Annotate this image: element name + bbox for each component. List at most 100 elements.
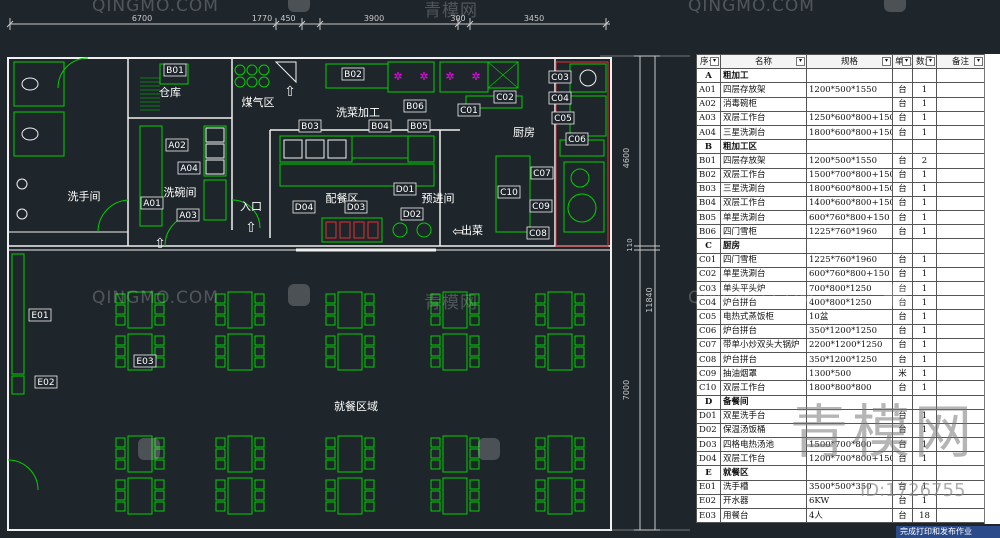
filter-dropdown-icon[interactable]: ▾ <box>796 57 805 66</box>
table-cell <box>806 238 893 254</box>
table-row: B03 三星洗涮台 1800*600*800+150 台 1 <box>696 181 985 197</box>
dimension-label: 1770 <box>252 14 272 23</box>
filter-dropdown-icon[interactable]: ▾ <box>974 57 983 66</box>
dining-chair <box>574 490 585 501</box>
dining-chair <box>115 437 126 448</box>
dining-chair <box>325 490 336 501</box>
table-cell: 1225*760*1960 <box>806 224 893 240</box>
table-cell <box>936 68 985 84</box>
dining-table <box>547 291 573 329</box>
table-cell: 1200*500*1550 <box>806 82 893 98</box>
watermark-brand: QINGMO.COM <box>92 0 219 16</box>
dining-chair <box>325 293 336 304</box>
fan-icon: ✲ <box>393 70 402 83</box>
table-header-cell[interactable]: 名称 ▾ <box>720 53 807 70</box>
dining-chair <box>254 304 265 315</box>
table-cell: 1 <box>912 224 937 240</box>
dining-chair <box>574 315 585 326</box>
table-cell: 消毒碗柜 <box>720 96 807 112</box>
table-row: A03 双层工作台 1250*600*800+150 台 1 <box>696 110 985 126</box>
dining-chair <box>364 448 375 459</box>
table-cell: 单星洗涮台 <box>720 266 807 283</box>
table-cell: B01 <box>696 153 721 169</box>
dining-chair <box>115 479 126 490</box>
table-row: B01 四层存放架 1200*500*1550 台 2 <box>696 153 985 169</box>
dining-chair <box>430 448 441 459</box>
table-cell: 350*1200*1250 <box>806 351 893 368</box>
table-cell <box>936 266 985 283</box>
filter-dropdown-icon[interactable]: ▾ <box>902 57 911 66</box>
table-cell: 台 <box>892 507 913 524</box>
table-cell: 1 <box>912 337 937 353</box>
table-cell: A02 <box>696 96 721 112</box>
table-cell <box>892 238 913 254</box>
table-cell: 洗手槽 <box>720 479 807 495</box>
dining-chair <box>469 357 480 368</box>
dining-chair <box>154 315 165 326</box>
equipment-tag: B04 <box>371 122 389 132</box>
dining-chair <box>325 335 336 346</box>
table-section-row: B 粗加工区 <box>696 139 985 155</box>
table-cell: 米 <box>892 366 913 382</box>
table-cell: C08 <box>696 351 721 368</box>
table-cell <box>936 224 985 240</box>
table-cell: 台 <box>892 351 913 368</box>
watermark-logo-icon <box>288 0 310 12</box>
dining-table <box>227 291 253 329</box>
dining-chair <box>574 346 585 357</box>
watermark-logo-icon <box>288 284 310 306</box>
table-cell: C07 <box>696 337 721 353</box>
dining-chair <box>325 501 336 512</box>
dining-chair <box>215 459 226 470</box>
filter-dropdown-icon[interactable]: ▾ <box>882 57 891 66</box>
table-header-cell[interactable]: 规格 ▾ <box>806 53 893 70</box>
dining-chair <box>325 459 336 470</box>
table-header-cell[interactable]: 备注 ▾ <box>936 53 985 70</box>
table-cell: C05 <box>696 309 721 325</box>
dining-table <box>442 477 468 515</box>
table-header-cell[interactable]: 数量 ▾ <box>912 53 937 70</box>
cad-viewport[interactable]: ✲ ✲ ✲ ✲ 6700 1770 450 3900 300 3450 4600 110 11840 7… <box>0 0 1000 538</box>
filter-dropdown-icon[interactable]: ▾ <box>710 57 719 66</box>
door-swing <box>97 199 129 233</box>
dining-chair <box>254 437 265 448</box>
table-cell: 台 <box>892 110 913 126</box>
watermark-logo-icon <box>138 438 160 460</box>
table-cell: 三星洗涮台 <box>720 181 807 197</box>
dining-chair <box>535 501 546 512</box>
table-header-cell[interactable]: 单位▾ <box>892 53 913 70</box>
sink-basin <box>283 139 303 159</box>
table-cell: 双层工作台 <box>720 167 807 183</box>
dining-chair <box>154 459 165 470</box>
table-cell: D01 <box>696 408 721 424</box>
dimension-label: 450 <box>280 14 295 23</box>
dining-chair <box>364 479 375 490</box>
equipment-tag: C03 <box>551 73 569 83</box>
sink-basin <box>205 159 225 175</box>
dining-chair <box>469 315 480 326</box>
room-label-entrance: 入口 <box>240 200 262 213</box>
dining-chair <box>535 304 546 315</box>
table-cell: 2200*1200*1250 <box>806 337 893 353</box>
table-row: B04 双层工作台 1400*600*800+150 台 1 <box>696 195 985 212</box>
table-cell: 1 <box>912 351 937 368</box>
dining-table <box>227 333 253 371</box>
dining-table <box>127 477 153 515</box>
table-cell: 台 <box>892 82 913 98</box>
table-header-label: 备注 <box>951 56 969 67</box>
gas-cylinder-icon <box>258 64 270 76</box>
arrow-up-icon: ⇧ <box>284 84 296 100</box>
table-cell: 600*760*800+150 <box>806 266 893 283</box>
filter-dropdown-icon[interactable]: ▾ <box>926 57 935 66</box>
dining-chair <box>254 293 265 304</box>
table-cell: 1 <box>912 181 937 197</box>
dining-chair <box>115 448 126 459</box>
dining-chair <box>254 315 265 326</box>
table-cell: 台 <box>892 309 913 325</box>
table-header-cell[interactable]: 序号 ▾ <box>696 53 721 70</box>
sink-basin <box>327 139 347 159</box>
table-row: A04 三星洗涮台 1800*600*800+150 台 1 <box>696 124 985 141</box>
table-cell: 1 <box>912 280 937 297</box>
watermark-logo-icon <box>884 284 906 306</box>
table-cell: 1 <box>912 96 937 112</box>
